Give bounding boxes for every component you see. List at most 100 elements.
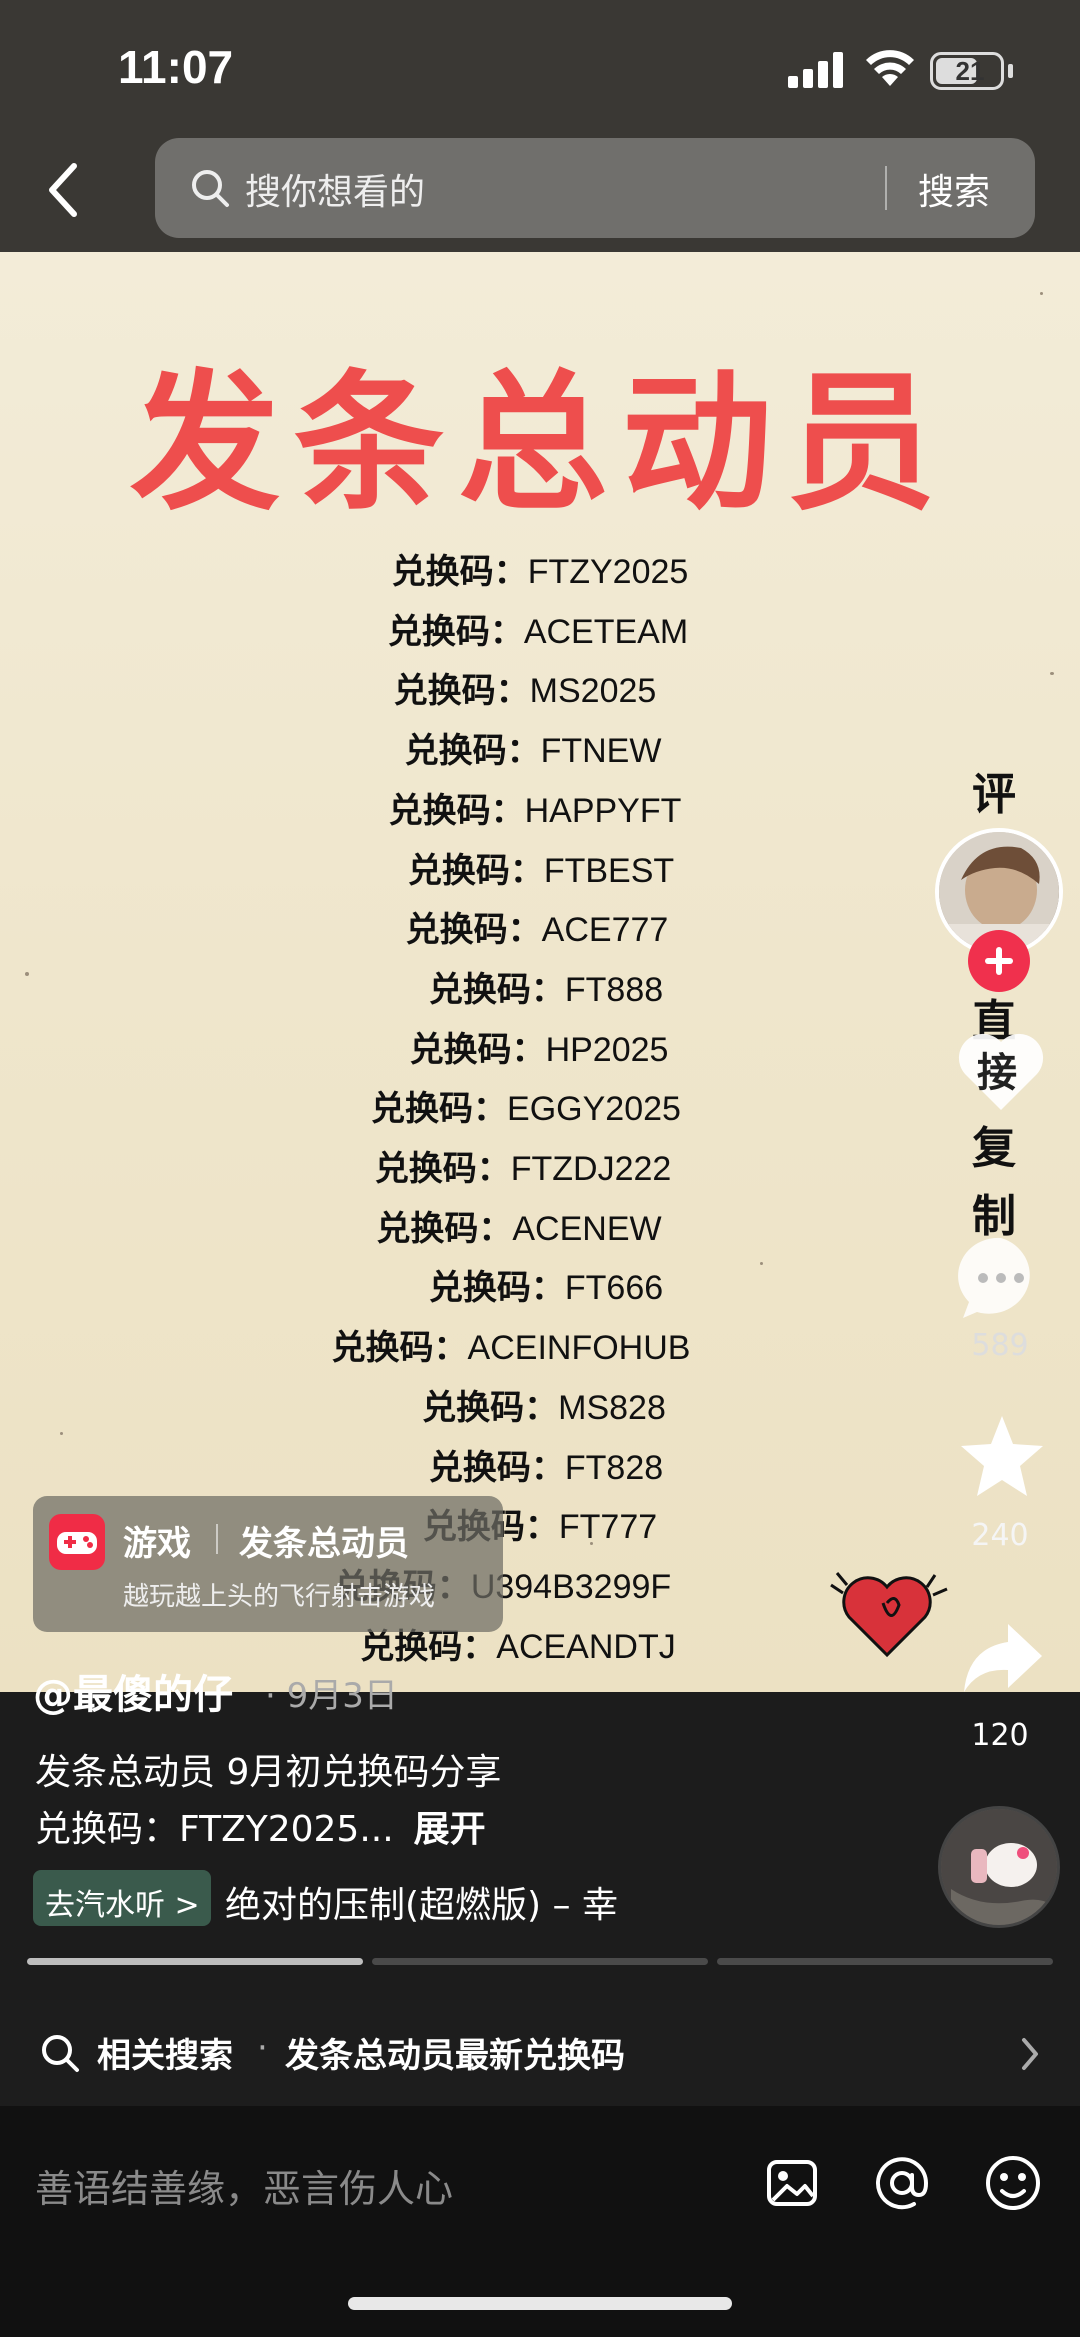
code-label: 兑换码：: [391, 552, 528, 592]
search-button[interactable]: 搜索: [918, 163, 990, 215]
search-divider: [885, 166, 887, 210]
share-button[interactable]: [958, 1618, 1046, 1702]
code-label: 兑换码：: [422, 1387, 559, 1428]
code-value: EGGY2025: [507, 1090, 681, 1129]
related-search-label: 相关搜索: [97, 2036, 233, 2076]
side-text: 接: [977, 1050, 1017, 1096]
music-title[interactable]: 绝对的压制(超燃版) – 幸: [225, 1876, 618, 1928]
signal-icon: [788, 52, 848, 92]
search-icon: [40, 2033, 80, 2077]
caption-line: 发条总动员 9月初兑换码分享: [35, 1752, 502, 1793]
code-label: 兑换码：: [371, 1089, 508, 1130]
search-icon: [190, 168, 230, 212]
code-value: ACENEW: [512, 1209, 662, 1248]
search-input[interactable]: 搜你想看的: [245, 163, 425, 215]
comment-button[interactable]: [955, 1232, 1047, 1328]
side-text: 复: [972, 1123, 1016, 1174]
redeem-code-line: 兑换码：MS828: [422, 1380, 666, 1429]
code-label: 兑换码：: [387, 611, 524, 652]
related-search-term[interactable]: 发条总动员最新兑换码: [285, 2028, 625, 2077]
redeem-code-line: 兑换码：ACETEAM: [388, 604, 688, 653]
progress-segment: [372, 1958, 708, 1965]
expand-button[interactable]: 展开: [414, 1809, 486, 1850]
redeem-code-line: 兑换码：FT666: [429, 1260, 663, 1309]
side-text: 评: [972, 769, 1016, 820]
mention-icon[interactable]: [872, 2153, 932, 2217]
game-description: 越玩越上头的飞行射击游戏: [123, 1582, 436, 1612]
game-name: 发条总动员: [239, 1524, 409, 1564]
code-label: 兑换码：: [393, 671, 530, 712]
code-value: MS828: [558, 1388, 666, 1427]
redeem-code-line: 兑换码：FTZDJ222: [375, 1141, 672, 1190]
code-value: ACE777: [541, 911, 669, 950]
follow-button[interactable]: [968, 930, 1030, 992]
code-value: HAPPYFT: [524, 791, 682, 830]
progress-segment-active: [27, 1958, 363, 1965]
related-search-bar[interactable]: 相关搜索 · 发条总动员最新兑换码: [0, 2000, 1080, 2106]
music-cover-image: [941, 1809, 1057, 1925]
code-label: 兑换码：: [404, 731, 541, 772]
game-separator: [216, 1524, 218, 1554]
code-value: FTBEST: [543, 851, 675, 890]
code-label: 兑换码：: [428, 1447, 565, 1488]
code-label: 兑换码：: [360, 1626, 497, 1667]
code-value: HP2025: [545, 1030, 669, 1069]
code-value: FT828: [564, 1448, 664, 1487]
code-value: FT666: [564, 1269, 664, 1308]
redeem-code-line: 兑换码：HP2025: [410, 1022, 669, 1071]
progress-segment: [717, 1958, 1053, 1965]
post-date: · 9月3日: [265, 1676, 398, 1716]
code-value: ACEANDTJ: [496, 1627, 676, 1666]
home-indicator: [348, 2297, 732, 2310]
related-separator: ·: [257, 2028, 268, 2068]
code-label: 兑换码：: [388, 790, 525, 831]
redeem-code-line: 兑换码：EGGY2025: [371, 1081, 681, 1130]
code-label: 兑换码：: [405, 910, 542, 951]
comment-input[interactable]: 善语结善缘，恶言伤人心: [35, 2158, 453, 2213]
music-disc[interactable]: [938, 1806, 1060, 1928]
share-count: 120: [971, 1718, 1029, 1753]
code-label: 兑换码：: [376, 1208, 513, 1249]
code-value: FTNEW: [540, 732, 662, 771]
code-value: FTZDJ222: [510, 1150, 672, 1188]
code-label: 兑换码：: [374, 1149, 511, 1189]
code-label: 兑换码：: [331, 1328, 468, 1369]
battery-percent: 21: [955, 56, 985, 86]
wifi-icon: [865, 50, 915, 92]
redeem-code-line: 兑换码：FTZY2025: [392, 544, 689, 593]
redeem-code-line: 兑换码：MS2025: [394, 663, 657, 712]
code-value: ACETEAM: [523, 612, 689, 651]
caption-text: 兑换码：FTZY2025...: [35, 1809, 394, 1850]
redeem-code-line: 兑换码：FT888: [429, 962, 663, 1011]
search-box[interactable]: 搜你想看的 搜索: [155, 138, 1035, 238]
code-value: FT888: [564, 970, 664, 1009]
code-label: 兑换码：: [409, 1029, 546, 1070]
redeem-code-line: 兑换码：FT828: [429, 1440, 663, 1489]
redeem-code-line: 兑换码：HAPPYFT: [389, 783, 682, 832]
caption-line: 兑换码：FTZY2025... 展开: [35, 1800, 486, 1852]
comment-icon: [958, 1237, 1030, 1318]
author-name[interactable]: @最傻的仔: [33, 1662, 233, 1720]
redeem-code-line: 兑换码：ACE777: [406, 902, 669, 951]
heart-sticker-icon: [825, 1555, 955, 1669]
chevron-left-icon: [49, 163, 77, 217]
gamepad-icon: [49, 1514, 105, 1570]
battery-icon: 21: [930, 52, 1004, 90]
code-value: MS2025: [529, 672, 657, 711]
status-time: 11:07: [118, 41, 234, 93]
image-icon[interactable]: [765, 2156, 819, 2214]
battery-cap: [1008, 64, 1013, 78]
game-type-label: 游戏: [123, 1524, 191, 1564]
listen-music-button[interactable]: 去汽水听 >: [33, 1870, 211, 1926]
favorite-button[interactable]: [957, 1412, 1047, 1506]
code-value: FT777: [558, 1508, 658, 1547]
chevron-right-icon: [1018, 2036, 1042, 2076]
game-card[interactable]: 游戏 发条总动员 越玩越上头的飞行射击游戏: [33, 1496, 503, 1632]
post-image[interactable]: 发条总动员 兑换码：FTZY2025 兑换码：ACETEAM 兑换码：MS2025 兑…: [0, 252, 1080, 1692]
code-label: 兑换码：: [428, 969, 565, 1010]
emoji-icon[interactable]: [983, 2153, 1043, 2217]
comment-count: 589: [971, 1328, 1029, 1363]
share-arrow-icon: [964, 1624, 1042, 1692]
back-button[interactable]: [40, 158, 90, 224]
code-value: ACEINFOHUB: [467, 1329, 691, 1368]
